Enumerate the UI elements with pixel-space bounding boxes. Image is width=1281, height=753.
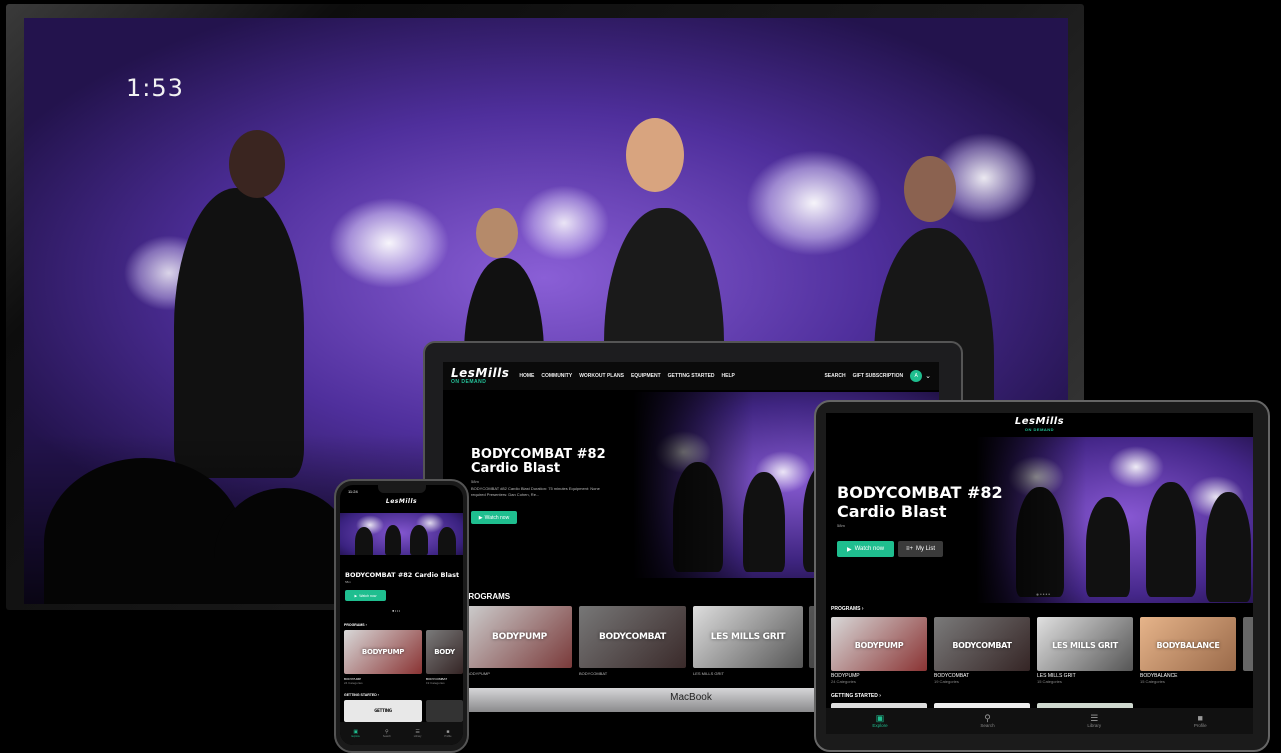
- tab-profile[interactable]: ■ Profile: [444, 729, 451, 738]
- program-tile[interactable]: [1243, 617, 1253, 671]
- watch-now-button[interactable]: ▶ Watch now: [837, 541, 894, 557]
- performer-silhouette: [1146, 482, 1196, 597]
- tab-profile[interactable]: ■ Profile: [1194, 713, 1207, 729]
- explore-icon: ▣: [875, 713, 885, 723]
- carousel-dots[interactable]: ●•••: [392, 608, 401, 613]
- watch-now-button[interactable]: ▶ Watch now: [471, 511, 517, 524]
- performer-silhouette: [1206, 492, 1251, 602]
- nav-home[interactable]: HOME: [519, 373, 534, 379]
- hero-title: BODYCOMBAT #82 Cardio Blast: [837, 483, 1003, 521]
- search-icon: ⚲: [984, 713, 991, 723]
- program-tile[interactable]: BODYPUMP: [344, 630, 422, 674]
- hero-meta: 58m: [345, 580, 351, 584]
- logo[interactable]: LesMills ON DEMAND: [826, 417, 1253, 433]
- tablet-screen: LesMills ON DEMAND ●•••• BODYCOMBAT #82 …: [826, 413, 1253, 734]
- program-tile[interactable]: BODYBALANCE: [1140, 617, 1236, 671]
- library-icon: ☰: [1090, 713, 1099, 723]
- program-tile[interactable]: LES MILLS GRIT: [1037, 617, 1133, 671]
- getting-started-heading: GETTING STARTED ›: [344, 693, 379, 697]
- hero-description: BODYCOMBAT #82 Cardio Blast Duration: 75…: [471, 486, 600, 497]
- performer-head: [229, 130, 285, 198]
- my-list-button[interactable]: ≡+ My List: [898, 541, 943, 557]
- performer-head: [476, 208, 518, 258]
- programs-heading: PROGRAMS ›: [831, 606, 864, 612]
- performer-silhouette: [385, 525, 401, 555]
- workout-timer: 1:53: [126, 74, 184, 102]
- phone-notch: [378, 485, 426, 493]
- getting-started-heading: GETTING STARTED ›: [831, 693, 881, 699]
- plus-list-icon: ≡+: [905, 546, 913, 552]
- program-caption: BODYPUMP 24 Categories: [344, 677, 363, 685]
- logo[interactable]: LesMills ON DEMAND: [451, 367, 509, 385]
- program-caption: BODYBALANCE 15 Categories: [1140, 673, 1178, 684]
- phone-screen: 11:24 LesMills BODYCOMBAT #82 Cardio Bla…: [340, 485, 463, 745]
- chevron-down-icon[interactable]: ⌄: [925, 372, 931, 380]
- program-tile[interactable]: BODYCOMBAT: [579, 606, 686, 668]
- tab-library[interactable]: ☰ Library: [1087, 713, 1101, 729]
- hero-title: BODYCOMBAT #82 Cardio Blast: [345, 571, 460, 579]
- program-caption: LES MILLS GRIT 15 Categories: [1037, 673, 1076, 684]
- nav-search[interactable]: SEARCH: [824, 373, 845, 379]
- program-tile[interactable]: BODYPUMP: [831, 617, 927, 671]
- getting-started-tile[interactable]: [426, 700, 463, 722]
- status-time: 11:24: [348, 489, 358, 494]
- performer-silhouette: [1086, 497, 1130, 597]
- performer-head: [626, 118, 684, 192]
- nav-help[interactable]: HELP: [722, 373, 735, 379]
- nav-getting-started[interactable]: GETTING STARTED: [668, 373, 715, 379]
- program-tile[interactable]: BODY: [426, 630, 463, 674]
- watch-now-button[interactable]: ▶ Watch now: [345, 590, 386, 601]
- program-tile[interactable]: LES MILLS GRIT: [693, 606, 803, 668]
- program-caption: BODYCOMBAT 19 Categories: [426, 677, 448, 685]
- avatar[interactable]: A: [910, 370, 923, 382]
- play-icon: ▶: [478, 514, 483, 521]
- tab-explore[interactable]: ▣ Explore: [872, 713, 887, 729]
- tab-library[interactable]: ☰ Library: [414, 729, 422, 738]
- hero-fade: [633, 392, 753, 578]
- nav-workout-plans[interactable]: WORKOUT PLANS: [579, 373, 624, 379]
- hero-title: BODYCOMBAT #82 Cardio Blast: [471, 447, 606, 476]
- tab-explore[interactable]: ▣ Explore: [351, 729, 359, 738]
- top-nav: LesMills ON DEMAND HOME COMMUNITY WORKOU…: [443, 362, 939, 390]
- performer-head: [904, 156, 956, 222]
- nav-community[interactable]: COMMUNITY: [541, 373, 572, 379]
- program-caption: LES MILLS GRIT: [693, 671, 724, 676]
- play-icon: ▶: [354, 593, 358, 598]
- program-caption: BODYCOMBAT 19 Categories: [934, 673, 970, 684]
- logo[interactable]: LesMills: [340, 499, 463, 505]
- programs-heading: PROGRAMS ›: [344, 623, 367, 627]
- performer-silhouette: [355, 527, 373, 555]
- program-caption: BODYPUMP 24 Categories: [831, 673, 860, 684]
- nav-equipment[interactable]: EQUIPMENT: [631, 373, 661, 379]
- getting-started-tile[interactable]: GETTING: [344, 700, 422, 722]
- program-tile[interactable]: BODYPUMP: [467, 606, 572, 668]
- performer-silhouette: [410, 525, 428, 555]
- nav-gift-subscription[interactable]: GIFT SUBSCRIPTION: [853, 373, 904, 379]
- program-caption: BODYPUMP: [467, 671, 490, 676]
- bottom-tab-bar: ▣ Explore ⚲ Search ☰ Library ■ Profile: [340, 722, 463, 745]
- profile-icon: ■: [1197, 713, 1203, 723]
- hero-meta: 58m: [837, 523, 845, 528]
- program-tile[interactable]: BODYCOMBAT: [934, 617, 1030, 671]
- programs-heading: PROGRAMS: [463, 592, 511, 601]
- hero-meta: 58m: [471, 479, 479, 484]
- bottom-tab-bar: ▣ Explore ⚲ Search ☰ Library ■ Profile: [826, 708, 1253, 734]
- tab-search[interactable]: ⚲ Search: [383, 729, 391, 738]
- tab-search[interactable]: ⚲ Search: [980, 713, 994, 729]
- play-icon: ▶: [846, 546, 852, 553]
- program-caption: BODYCOMBAT: [579, 671, 608, 676]
- performer-silhouette: [438, 527, 456, 555]
- hero-image: [340, 513, 463, 555]
